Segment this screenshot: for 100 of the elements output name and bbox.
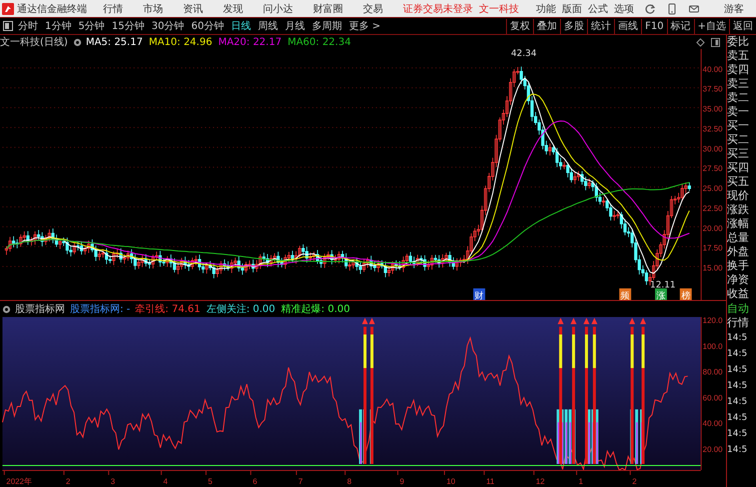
toolbar-button[interactable]: +自选 [694,18,729,34]
signal-bar [635,410,638,464]
period-tab[interactable]: 1分钟 [45,19,72,33]
price-axis-label: 35.00 [702,104,723,114]
date-axis-label: 2022年 [6,477,32,486]
quote-label: 委比 [727,35,750,49]
login-status[interactable]: 证券交易未登录 [403,2,473,16]
quote-label: 涨幅 [727,217,750,231]
function-menu-item[interactable]: 选项 [614,2,634,16]
trade-time: 14:5 [727,412,748,425]
moving-average-value: MA10: 24.96 [148,36,212,48]
indicator-axis-label: 40.00 [702,419,723,428]
date-axis-label: 1 [578,477,584,486]
price-axis-label: 32.50 [702,124,723,134]
panel-toggle-icon[interactable] [711,38,720,46]
price-axis-label: 15.00 [702,263,723,272]
indicator-formula: 股票指标网: - [70,302,130,316]
trade-time: 14:5 [727,364,748,377]
stock-name-link[interactable]: 文一科技 [479,2,519,16]
price-axis-label: 30.00 [702,144,723,154]
chart-title: 文一科技(日线) [0,36,68,49]
date-axis-label: 3 [110,477,116,486]
menu-item[interactable]: 财富圈 [313,2,343,16]
date-axis-label: 11 [486,477,494,486]
refresh-icon[interactable] [644,2,656,14]
price-axis-label: 37.50 [702,84,723,94]
period-tab[interactable]: 分时 [18,19,38,33]
date-axis-label: 2 [66,477,70,486]
quote-label: 买二 [727,133,750,147]
quote-label: 净资 [727,273,750,287]
indicator-value: 精准起爆: 0.00 [281,302,350,316]
message-icon[interactable] [688,2,700,14]
low-price-label: 12.11 [650,280,676,290]
indicator-name: 股票指标网 [15,302,65,316]
menu-item[interactable]: 资讯 [183,2,203,16]
price-axis-label: 20.00 [702,224,723,233]
date-axis-label: 9 [400,477,404,486]
menu-item[interactable]: 市场 [143,2,163,16]
trade-time: 14:5 [727,444,748,457]
tape-label: 行情 [727,316,750,330]
settings-icon[interactable] [72,38,82,46]
period-tab[interactable]: 周线 [258,19,278,33]
quote-label: 涨跌 [727,203,750,217]
quote-label: 卖二 [727,91,750,105]
menu-item[interactable]: 问小达 [263,2,293,16]
quote-label: 买一 [727,119,750,133]
period-tab[interactable]: 5分钟 [78,19,105,33]
function-menu-item[interactable]: 公式 [588,2,608,16]
app-logo-icon [2,2,14,14]
diamond-icon[interactable] [696,38,705,46]
indicator-axis-label: 100.0 [702,342,723,351]
period-tab[interactable]: 15分钟 [112,19,144,33]
function-menu-item[interactable]: 功能 [536,2,556,16]
quote-label: 买四 [727,161,750,175]
date-axis-label: 8 [347,477,352,486]
period-tab[interactable]: 月线 [284,19,305,33]
quote-label: 卖五 [727,49,750,63]
date-axis-label: 5 [208,477,212,486]
trade-time: 14:5 [727,348,748,361]
auto-label[interactable]: 自动 [727,302,756,316]
trade-time: 14:5 [727,396,748,409]
trade-time: 14:5 [727,428,748,441]
menu-item[interactable]: 行情 [103,2,123,16]
indicator-axis-label: 60.00 [702,394,723,403]
period-tab[interactable]: 30分钟 [151,19,184,33]
quote-label: 卖三 [727,77,750,91]
quote-label: 换手 [727,259,750,273]
period-tab[interactable]: 多周期 [312,19,342,33]
date-axis-label: 12 [536,477,545,486]
indicator-value: 牵引线: 74.61 [135,302,200,316]
trade-time: 14:5 [727,380,748,393]
period-tab[interactable]: 日线 [230,19,251,33]
trade-time: 14:5 [727,332,748,345]
moving-average-value: MA20: 22.17 [218,36,282,48]
period-tab[interactable]: 60分钟 [191,19,224,33]
event-marker[interactable]: 财 [473,288,486,300]
high-price-label: 42.34 [511,49,537,59]
quote-label: 收益 [727,287,750,301]
menu-item[interactable]: 交易 [363,2,383,16]
quote-label: 外盘 [727,245,750,259]
indicator-axis-label: 120.0 [702,317,723,326]
more-periods-button[interactable]: 更多 > [348,19,381,33]
panel-toggle-icon[interactable] [3,21,13,31]
settings-icon[interactable] [2,304,11,314]
quote-label: 现价 [727,189,750,203]
phone-icon[interactable] [666,2,678,14]
price-axis-label: 40.00 [702,64,723,74]
price-axis-label: 22.50 [702,204,723,213]
indicator-axis-label: 20.00 [702,445,723,454]
date-axis-label: 2 [632,477,637,486]
quote-label: 总量 [727,231,750,245]
user-label[interactable]: 游客 [724,2,744,16]
price-axis-label: 27.50 [702,164,723,174]
indicator-axis-label: 80.00 [702,368,723,377]
menu-item[interactable]: 发现 [223,2,243,16]
app-title: 通达信金融终端 [17,2,87,16]
function-menu-item[interactable]: 版面 [562,2,582,16]
price-axis-label: 25.00 [702,184,723,194]
moving-average-value: MA5: 25.17 [86,36,143,48]
date-axis-label: 6 [252,477,258,486]
